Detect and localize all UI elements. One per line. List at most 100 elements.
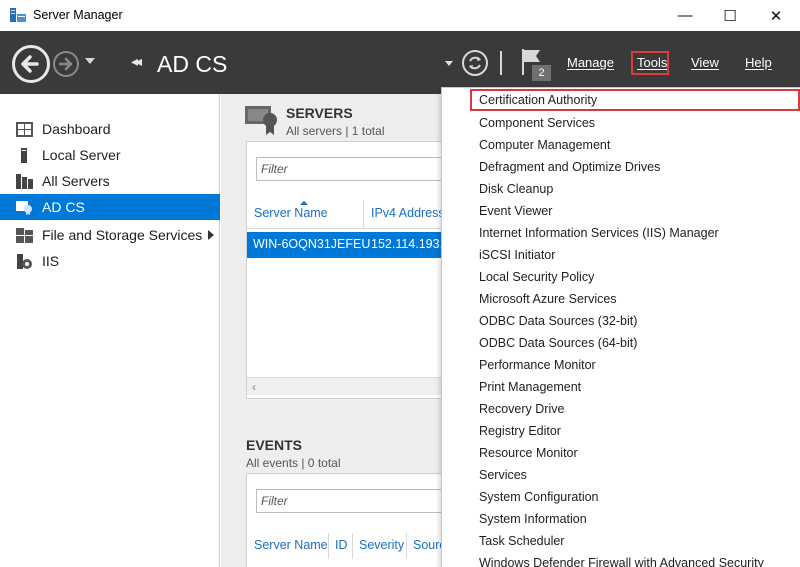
window-title: Server Manager (33, 8, 123, 22)
events-column-id[interactable]: ID (335, 538, 348, 552)
events-column-server-name[interactable]: Server Name (254, 538, 328, 552)
menu-item-services[interactable]: Services (442, 464, 800, 486)
server-manager-app-icon (10, 8, 26, 22)
menu-item-label: Registry Editor (479, 424, 561, 438)
column-separator[interactable] (406, 533, 407, 559)
servers-icon (16, 174, 33, 189)
menu-item-label: ODBC Data Sources (64-bit) (479, 336, 638, 350)
page-title: AD CS (157, 51, 228, 77)
sidebar-item-all-servers[interactable]: All Servers (0, 168, 220, 194)
menu-item-label: Performance Monitor (479, 358, 596, 372)
iis-icon (17, 254, 32, 269)
menu-item-label: Event Viewer (479, 204, 553, 218)
menu-item-label: Services (479, 468, 527, 482)
refresh-icon (469, 56, 481, 70)
maximize-icon: ☐ (723, 7, 737, 25)
menu-help[interactable]: Help (745, 55, 772, 70)
menu-item-event-viewer[interactable]: Event Viewer (442, 200, 800, 222)
column-separator[interactable] (328, 533, 329, 559)
horizontal-scrollbar[interactable] (247, 377, 445, 395)
cell-ipv4: 152.114.193.5 (371, 237, 451, 251)
menu-item-label: iSCSI Initiator (479, 248, 556, 262)
header-divider (500, 51, 502, 75)
sidebar-item-label: File and Storage Services (42, 227, 203, 243)
menu-item-label: Component Services (479, 116, 596, 130)
servers-filter-placeholder: Filter (261, 162, 288, 176)
events-section-title: EVENTS (246, 437, 303, 453)
menu-item-odbc-data-sources-64-bit[interactable]: ODBC Data Sources (64-bit) (442, 332, 800, 354)
submenu-chevron-icon[interactable] (208, 230, 214, 240)
menu-item-label: Windows Defender Firewall with Advanced … (479, 556, 764, 567)
menu-item-label: Defragment and Optimize Drives (479, 160, 661, 174)
refresh-button[interactable] (462, 50, 488, 76)
breadcrumb-arrows-icon: ◂◂ (131, 53, 142, 69)
title-bar: Server Manager — ☐ ✕ (0, 0, 800, 31)
menu-item-label: Disk Cleanup (479, 182, 554, 196)
back-arrow-icon (21, 55, 39, 73)
menu-item-system-configuration[interactable]: System Configuration (442, 486, 800, 508)
menu-item-label: ODBC Data Sources (32-bit) (479, 314, 638, 328)
menu-item-print-management[interactable]: Print Management (442, 376, 800, 398)
minimize-button[interactable]: — (662, 0, 708, 31)
tools-menu-highlight (631, 51, 669, 75)
maximize-button[interactable]: ☐ (707, 0, 753, 31)
menu-item-local-security-policy[interactable]: Local Security Policy (442, 266, 800, 288)
server-icon (21, 148, 27, 163)
history-dropdown-icon[interactable] (85, 58, 95, 64)
menu-item-odbc-data-sources-32-bit[interactable]: ODBC Data Sources (32-bit) (442, 310, 800, 332)
menu-item-label: System Information (479, 512, 587, 526)
servers-section-icon (245, 106, 277, 135)
sidebar-item-label: IIS (42, 253, 60, 269)
menu-item-system-information[interactable]: System Information (442, 508, 800, 530)
column-separator[interactable] (363, 200, 364, 228)
column-header-server-name[interactable]: Server Name (254, 206, 328, 220)
menu-item-label: Task Scheduler (479, 534, 565, 548)
scroll-left-icon[interactable]: ‹ (252, 380, 256, 394)
cell-server-name: WIN-6OQN31JEFEU (253, 237, 371, 251)
close-icon: ✕ (769, 7, 783, 25)
menu-item-performance-monitor[interactable]: Performance Monitor (442, 354, 800, 376)
menu-item-label: Resource Monitor (479, 446, 578, 460)
dashboard-icon (16, 122, 33, 137)
sidebar-item-local-server[interactable]: Local Server (0, 142, 220, 168)
close-button[interactable]: ✕ (753, 0, 799, 31)
sidebar-item-label: All Servers (42, 173, 110, 189)
sidebar-item-label: Dashboard (42, 121, 111, 137)
menu-item-registry-editor[interactable]: Registry Editor (442, 420, 800, 442)
back-button[interactable] (12, 45, 50, 83)
breadcrumb-dropdown-icon[interactable] (445, 61, 453, 66)
sidebar-item-label: AD CS (42, 199, 85, 215)
menu-item-iscsi-initiator[interactable]: iSCSI Initiator (442, 244, 800, 266)
menu-item-label: Print Management (479, 380, 582, 394)
menu-item-label: Certification Authority (479, 93, 598, 107)
menu-item-disk-cleanup[interactable]: Disk Cleanup (442, 178, 800, 200)
menu-item-recovery-drive[interactable]: Recovery Drive (442, 398, 800, 420)
menu-item-internet-information-services-iis-manager[interactable]: Internet Information Services (IIS) Mana… (442, 222, 800, 244)
column-separator[interactable] (352, 533, 353, 559)
sidebar-item-dashboard[interactable]: Dashboard (0, 116, 220, 142)
menu-item-resource-monitor[interactable]: Resource Monitor (442, 442, 800, 464)
menu-item-task-scheduler[interactable]: Task Scheduler (442, 530, 800, 552)
sidebar-item-iis[interactable]: IIS (0, 248, 220, 274)
menu-item-component-services[interactable]: Component Services (442, 112, 800, 134)
events-section-subtitle: All events | 0 total (246, 456, 341, 470)
menu-item-microsoft-azure-services[interactable]: Microsoft Azure Services (442, 288, 800, 310)
menu-item-windows-defender-firewall-with-advanced-security[interactable]: Windows Defender Firewall with Advanced … (442, 552, 800, 567)
sort-ascending-icon (300, 201, 308, 205)
storage-icon (16, 228, 33, 243)
menu-item-label: Computer Management (479, 138, 611, 152)
menu-manage[interactable]: Manage (567, 55, 614, 70)
column-header-ipv4[interactable]: IPv4 Address (371, 206, 445, 220)
sidebar-item-ad-cs[interactable]: AD CS (0, 194, 220, 220)
menu-view[interactable]: View (691, 55, 719, 70)
minimize-icon: — (677, 7, 693, 24)
menu-item-label: Microsoft Azure Services (479, 292, 617, 306)
sidebar-item-file-storage[interactable]: File and Storage Services (0, 222, 220, 248)
forward-button[interactable] (53, 51, 79, 77)
menu-item-computer-management[interactable]: Computer Management (442, 134, 800, 156)
events-column-severity[interactable]: Severity (359, 538, 404, 552)
events-panel (246, 473, 446, 567)
menu-item-defragment-and-optimize-drives[interactable]: Defragment and Optimize Drives (442, 156, 800, 178)
sidebar: Dashboard Local Server All Servers AD CS… (0, 94, 220, 567)
menu-item-certification-authority[interactable]: Certification Authority (470, 89, 800, 111)
